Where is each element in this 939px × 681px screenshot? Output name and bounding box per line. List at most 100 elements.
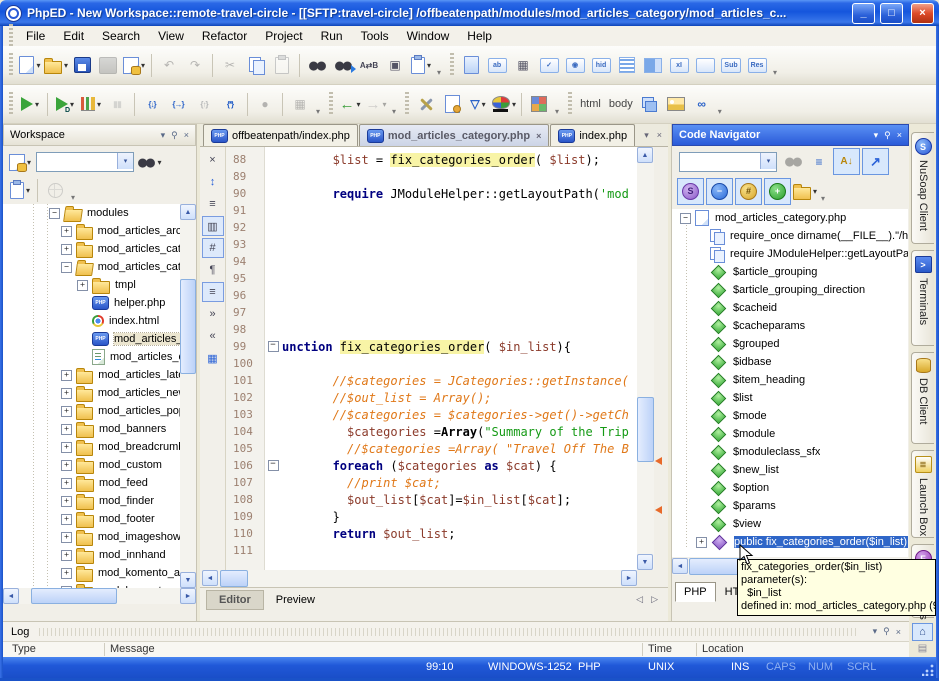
navigate-forward-button[interactable]: →▾ (364, 91, 388, 117)
workspace-tree-item[interactable]: +mod_custom (3, 456, 180, 474)
fill-style-button[interactable]: ▽▾ (466, 91, 490, 117)
navigator-item[interactable]: +public fix_categories_order($in_list) (672, 533, 908, 551)
workspace-tree-item[interactable]: + mod_breadcrumb (3, 438, 180, 456)
tree-item-label[interactable]: mod_imageshowc (98, 531, 180, 543)
navigator-tab-php[interactable]: PHP (675, 582, 716, 602)
tree-item-label[interactable]: mod_articles_arch (98, 225, 180, 237)
tree-item-label[interactable]: index.html (109, 315, 159, 327)
workspace-hscrollbar[interactable]: ◄ ► (3, 588, 196, 604)
navigator-item-label[interactable]: $article_grouping (733, 266, 817, 278)
navigator-item-label[interactable]: $cacheparams (733, 320, 805, 332)
tree-item-label[interactable]: mod_breadcrumb (98, 441, 180, 453)
workspace-tree-item[interactable]: +mod_feed (3, 474, 180, 492)
scroll-left-icon[interactable]: ◄ (672, 558, 688, 574)
code-editor[interactable]: 88 $list = fix_categories_order( $list);… (226, 147, 637, 570)
run-profiler-dropdown-icon[interactable]: ▾ (97, 100, 101, 109)
editor-tab[interactable]: PHPindex.php (550, 124, 635, 146)
workspace-tree-item[interactable]: + mod_articles_arch (3, 222, 180, 240)
toolbar-grip[interactable] (405, 92, 409, 116)
navigator-item[interactable]: −mod_articles_category.php (672, 209, 908, 227)
insert-hidden-button[interactable]: hid (589, 52, 613, 78)
tree-item-label[interactable]: modules (87, 207, 129, 219)
close-editor-pane-button[interactable]: × (202, 150, 224, 170)
navigator-item-label[interactable]: $idbase (733, 356, 772, 368)
navigator-item[interactable]: $cacheid (672, 299, 908, 317)
show-public-button[interactable]: + (764, 178, 791, 205)
workspace-publish-dropdown-icon[interactable]: ▾ (27, 158, 31, 167)
minimize-button[interactable]: _ (852, 3, 875, 24)
navigator-filter-combobox[interactable]: ▾ (679, 152, 777, 172)
scroll-down-icon[interactable]: ▼ (637, 554, 653, 570)
workspace-sync-button[interactable] (43, 177, 67, 203)
show-magic-button[interactable]: # (735, 178, 762, 205)
navigator-item-label[interactable]: $grouped (733, 338, 780, 350)
navigator-item-label[interactable]: $cacheid (733, 302, 777, 314)
column-separator[interactable] (104, 643, 105, 656)
tree-item-label[interactable]: mod_articles_late (98, 369, 180, 381)
run-to-cursor-button[interactable]: {*} (218, 91, 242, 117)
workspace-find-button[interactable]: ▾ (138, 149, 162, 175)
show-paragraph-marks-button[interactable]: ¶ (202, 260, 224, 280)
toolbar-grip[interactable] (568, 92, 572, 116)
scroll-down-icon[interactable]: ▼ (180, 572, 196, 588)
workspace-tree-item[interactable]: +mod_komento_ac (3, 564, 180, 582)
navigator-item-label[interactable]: $module (733, 428, 775, 440)
navigator-item[interactable]: $grouped (672, 335, 908, 353)
insert-body-tag-button[interactable]: body (606, 91, 636, 117)
indent-block-button[interactable]: » (202, 304, 224, 324)
undo-button[interactable]: ↶ (157, 52, 181, 78)
tree-item-label[interactable]: mod_articles_new (98, 387, 180, 399)
navigator-item[interactable]: $article_grouping (672, 263, 908, 281)
expand-icon[interactable]: + (61, 514, 72, 525)
menu-project[interactable]: Project (256, 27, 311, 45)
toolbar-overflow-icon[interactable]: ▾ (821, 194, 825, 203)
outdent-block-button[interactable]: « (202, 326, 224, 346)
navigator-item[interactable]: $idbase (672, 353, 908, 371)
menu-grip[interactable] (9, 24, 13, 48)
navigator-item[interactable]: $moduleclass_sfx (672, 443, 908, 461)
run-in-debugger-button[interactable]: D▾ (53, 91, 77, 117)
expand-icon[interactable]: + (61, 424, 72, 435)
expand-icon[interactable]: + (61, 496, 72, 507)
paste-button[interactable] (270, 52, 294, 78)
workspace-tree-item[interactable]: +mod_imageshowc (3, 528, 180, 546)
insert-radio-button[interactable]: ◉ (563, 52, 587, 78)
toolbar-overflow-icon[interactable]: ▾ (555, 107, 559, 116)
new-file-button[interactable]: ▾ (18, 52, 42, 78)
menu-run[interactable]: Run (312, 27, 352, 45)
expand-icon[interactable]: + (61, 226, 72, 237)
collapse-icon[interactable]: − (61, 262, 72, 273)
toolbar-grip[interactable] (450, 53, 454, 77)
side-tab-db-client[interactable]: DB Client (911, 352, 934, 444)
scroll-up-icon[interactable]: ▲ (180, 204, 196, 220)
tree-item-label[interactable]: mod_articles_cate (98, 243, 180, 255)
menu-search[interactable]: Search (93, 27, 149, 45)
expand-icon[interactable]: + (61, 442, 72, 453)
navigator-item[interactable]: require JMod­uleHelper::getLayoutPa (672, 245, 908, 263)
fold-toggle-icon[interactable]: − (268, 341, 279, 352)
toolbar-overflow-icon[interactable]: ▾ (392, 107, 396, 116)
redo-button[interactable]: ↷ (183, 52, 207, 78)
log-column-time[interactable]: Time (648, 643, 672, 655)
navigator-item-label[interactable]: $moduleclass_sfx (733, 446, 820, 458)
workspace-vscroll-thumb[interactable] (180, 279, 196, 374)
find-button[interactable] (305, 52, 329, 78)
search-marker-icon[interactable] (655, 457, 662, 465)
navigator-item-label[interactable]: require JMod­uleHelper::getLayoutPa (730, 248, 908, 260)
log-close-icon[interactable]: × (896, 627, 901, 637)
publish-to-server-button[interactable]: ▾ (122, 52, 146, 78)
tree-item-label[interactable]: mod_articles_cate (98, 261, 180, 273)
log-menu-icon[interactable]: ▾ (873, 626, 878, 637)
workspace-close-icon[interactable]: × (184, 130, 189, 140)
workspace-menu-icon[interactable]: ▾ (161, 130, 166, 141)
log-column-message[interactable]: Message (110, 643, 155, 655)
split-editor-button[interactable]: ↕ (202, 172, 224, 192)
run-button[interactable]: ▾ (18, 91, 42, 117)
next-tab-icon[interactable]: ▷ (651, 594, 658, 605)
copy-button[interactable] (244, 52, 268, 78)
insert-checkbox-button[interactable]: ✓ (537, 52, 561, 78)
workspace-tree-item[interactable]: +tmpl (3, 276, 180, 294)
toolbar-grip[interactable] (9, 92, 13, 116)
insert-html-tag-button[interactable]: html (577, 91, 604, 117)
tab-close-icon[interactable]: × (657, 130, 662, 141)
